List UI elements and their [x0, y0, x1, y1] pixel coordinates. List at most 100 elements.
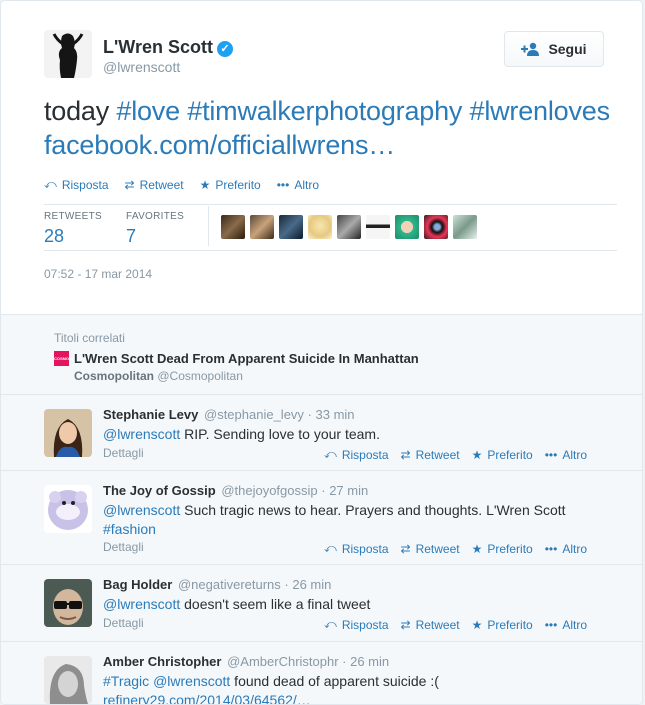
avatar[interactable]: [44, 30, 92, 78]
retweet-action[interactable]: ⇄ Retweet: [401, 541, 460, 556]
favorites-stat[interactable]: FAVORITES 7: [126, 211, 184, 247]
reply-author-name[interactable]: Amber Christopher: [103, 654, 221, 669]
favorite-action[interactable]: ★ Preferito: [200, 177, 261, 192]
reply-author-handle[interactable]: @thejoyofgossip: [221, 483, 317, 498]
cosmopolitan-logo: COSMO: [54, 351, 69, 366]
author-name-text[interactable]: L'Wren Scott: [103, 37, 213, 57]
more-action[interactable]: ••• Altro: [545, 541, 587, 556]
tweet-text: today #love #timwalkerphotography #lwren…: [44, 94, 614, 162]
reply-author-name[interactable]: The Joy of Gossip: [103, 483, 216, 498]
reply-author-name[interactable]: Stephanie Levy: [103, 407, 198, 422]
related-source[interactable]: Cosmopolitan @Cosmopolitan: [74, 369, 243, 383]
mention-link[interactable]: @lwrenscott: [103, 426, 180, 442]
reply-header: Stephanie Levy @stephanie_levy · 33 min: [103, 407, 355, 422]
retweeter-avatar[interactable]: [221, 215, 245, 239]
reply-tweet[interactable]: Bag Holder @negativereturns · 26 min @lw…: [1, 564, 642, 641]
mention-link[interactable]: @lwrenscott: [153, 673, 230, 689]
retweeter-avatar[interactable]: [308, 215, 332, 239]
retweet-action[interactable]: ⇄ Retweet: [125, 177, 184, 192]
divider: [44, 250, 617, 251]
mention-link[interactable]: @lwrenscott: [103, 502, 180, 518]
more-action[interactable]: ••• Altro: [545, 447, 587, 462]
reply-header: Amber Christopher @AmberChristophr · 26 …: [103, 654, 389, 669]
reply-text: @lwrenscott RIP. Sending love to your te…: [103, 425, 613, 444]
reply-text: @lwrenscott Such tragic news to hear. Pr…: [103, 501, 613, 539]
favorites-count[interactable]: 7: [126, 226, 184, 247]
favorite-action[interactable]: ★ Preferito: [472, 447, 533, 462]
follow-button[interactable]: Segui: [504, 31, 604, 67]
details-link[interactable]: Dettagli: [103, 616, 144, 630]
reply-text-body: RIP. Sending love to your team.: [180, 426, 380, 442]
reply-header: Bag Holder @negativereturns · 26 min: [103, 577, 331, 592]
mention-link[interactable]: @lwrenscott: [103, 596, 180, 612]
retweet-icon: ⇄: [400, 447, 411, 462]
avatar[interactable]: [44, 656, 92, 704]
hashtag-fashion[interactable]: #fashion: [103, 521, 156, 537]
more-action[interactable]: ••• Altro: [277, 177, 319, 192]
reply-author-handle[interactable]: @AmberChristophr: [227, 654, 338, 669]
hashtag-timwalkerphotography[interactable]: #timwalkerphotography: [187, 96, 462, 126]
related-headline-link[interactable]: L'Wren Scott Dead From Apparent Suicide …: [74, 351, 419, 366]
favorite-action[interactable]: ★ Preferito: [472, 541, 533, 556]
retweeter-avatar[interactable]: [337, 215, 361, 239]
reply-action[interactable]: ⤺ Risposta: [324, 541, 389, 556]
reply-time[interactable]: · 26 min: [342, 654, 389, 669]
reply-text-body: doesn't seem like a final tweet: [180, 596, 371, 612]
reply-tweet[interactable]: Amber Christopher @AmberChristophr · 26 …: [1, 641, 642, 704]
reply-time[interactable]: · 33 min: [308, 407, 355, 422]
tweet-timestamp[interactable]: 07:52 - 17 mar 2014: [44, 267, 152, 281]
reply-text: #Tragic @lwrenscott found dead of appare…: [103, 672, 613, 704]
reply-action[interactable]: ⤺ Risposta: [44, 177, 109, 192]
author-handle[interactable]: @lwrenscott: [103, 59, 180, 75]
more-action[interactable]: ••• Altro: [545, 617, 587, 632]
hashtag-love[interactable]: #love: [116, 96, 180, 126]
reply-author-handle[interactable]: @negativereturns: [178, 577, 281, 592]
avatar[interactable]: [44, 579, 92, 627]
reply-tweet[interactable]: Stephanie Levy @stephanie_levy · 33 min …: [1, 394, 642, 470]
more-dots-icon: •••: [544, 447, 558, 462]
star-icon: ★: [199, 177, 211, 192]
star-icon: ★: [471, 617, 483, 632]
reply-action[interactable]: ⤺ Risposta: [324, 447, 389, 462]
retweet-label: Retweet: [415, 541, 460, 556]
favorite-action[interactable]: ★ Preferito: [472, 617, 533, 632]
retweeter-avatar[interactable]: [424, 215, 448, 239]
retweet-action[interactable]: ⇄ Retweet: [401, 617, 460, 632]
related-headlines: Titoli correlati COSMO L'Wren Scott Dead…: [1, 314, 642, 394]
hashtag-tragic[interactable]: #Tragic: [103, 673, 149, 689]
follow-person-icon: [521, 42, 540, 56]
author-name[interactable]: L'Wren Scott ✓: [103, 37, 233, 58]
details-link[interactable]: Dettagli: [103, 540, 144, 554]
retweeter-avatar[interactable]: [366, 215, 390, 239]
retweet-action[interactable]: ⇄ Retweet: [401, 447, 460, 462]
retweeter-avatar[interactable]: [395, 215, 419, 239]
related-source-handle[interactable]: @Cosmopolitan: [157, 369, 243, 383]
avatar[interactable]: [44, 409, 92, 457]
related-source-name[interactable]: Cosmopolitan: [74, 369, 154, 383]
retweeter-avatar[interactable]: [250, 215, 274, 239]
details-link[interactable]: Dettagli: [103, 446, 144, 460]
more-label: Altro: [562, 541, 588, 556]
retweet-label: Retweet: [415, 617, 460, 632]
retweets-count[interactable]: 28: [44, 226, 102, 247]
reply-time[interactable]: · 26 min: [284, 577, 331, 592]
star-icon: ★: [471, 447, 483, 462]
facebook-link[interactable]: facebook.com/officiallwrens…: [44, 130, 395, 160]
hashtag-lwrenloves[interactable]: #lwrenloves: [470, 96, 611, 126]
retweeter-avatar[interactable]: [453, 215, 477, 239]
avatar[interactable]: [44, 485, 92, 533]
retweeter-avatar[interactable]: [279, 215, 303, 239]
reply-actions: ⤺ Risposta ⇄ Retweet ★ Preferito ••• Altro: [324, 447, 587, 462]
retweets-stat[interactable]: RETWEETS 28: [44, 211, 102, 247]
more-dots-icon: •••: [544, 617, 558, 632]
retweet-icon: ⇄: [124, 177, 135, 192]
reply-time[interactable]: · 27 min: [321, 483, 368, 498]
refinery29-link[interactable]: refinery29.com/2014/03/64562/…: [103, 692, 311, 704]
reply-author-name[interactable]: Bag Holder: [103, 577, 172, 592]
reply-label: Risposta: [61, 177, 109, 192]
divider: [44, 204, 617, 205]
reply-action[interactable]: ⤺ Risposta: [324, 617, 389, 632]
reply-tweet[interactable]: The Joy of Gossip @thejoyofgossip · 27 m…: [1, 470, 642, 564]
reply-author-handle[interactable]: @stephanie_levy: [204, 407, 304, 422]
more-dots-icon: •••: [276, 177, 290, 192]
